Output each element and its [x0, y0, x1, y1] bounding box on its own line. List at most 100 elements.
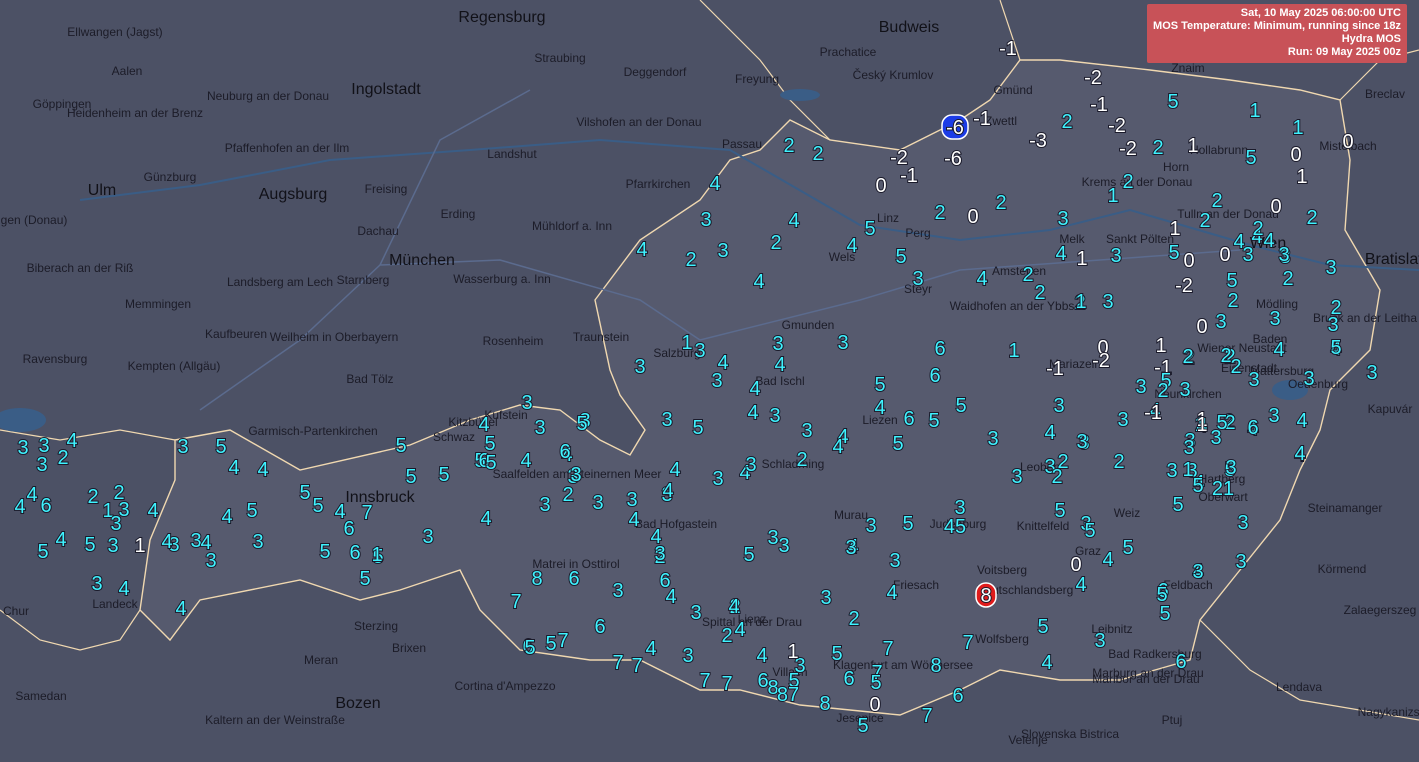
station-value[interactable]: 5 [691, 416, 704, 440]
station-value[interactable]: 3 [1101, 290, 1114, 314]
station-value[interactable]: 3 [16, 436, 29, 460]
station-value[interactable]: -1 [972, 107, 992, 131]
station-value[interactable]: 0 [1195, 315, 1208, 339]
station-value[interactable]: 8 [818, 692, 831, 716]
station-value[interactable]: 3 [37, 434, 50, 458]
station-value[interactable]: 2 [1181, 345, 1194, 369]
station-value[interactable]: 2 [684, 248, 697, 272]
station-value[interactable]: 1 [1291, 116, 1304, 140]
station-value[interactable]: 3 [633, 355, 646, 379]
station-value[interactable]: 2 [720, 624, 733, 648]
station-value[interactable]: -2 [1091, 349, 1111, 373]
station-value[interactable]: 8 [975, 582, 997, 608]
station-value[interactable]: 4 [1262, 229, 1275, 253]
station-value[interactable]: 4 [1293, 442, 1306, 466]
station-value[interactable]: 3 [699, 208, 712, 232]
station-value[interactable]: 4 [668, 458, 681, 482]
station-value[interactable]: 5 [318, 540, 331, 564]
station-value[interactable]: 4 [644, 637, 657, 661]
station-value[interactable]: 7 [720, 672, 733, 696]
station-value[interactable]: 6 [558, 440, 571, 464]
station-value[interactable]: 3 [1365, 361, 1378, 385]
station-value[interactable]: -2 [1107, 114, 1127, 138]
station-value[interactable]: 3 [1302, 367, 1315, 391]
station-value[interactable]: 3 [766, 526, 779, 550]
map-canvas[interactable]: Regensburg Straubing Deggendorf Ingolstadt A… [0, 0, 1419, 762]
station-value[interactable]: 2 [1021, 263, 1034, 287]
station-value[interactable]: 5 [544, 632, 557, 656]
station-value[interactable]: 5 [311, 494, 324, 518]
station-value[interactable]: 2 [56, 446, 69, 470]
station-value[interactable]: 5 [523, 636, 536, 660]
station-value[interactable]: 1 [1186, 134, 1199, 158]
station-value[interactable]: 3 [109, 512, 122, 536]
station-value[interactable]: 2 [1156, 379, 1169, 403]
station-value[interactable]: -1 [1089, 93, 1109, 117]
station-value[interactable]: 8 [929, 654, 942, 678]
station-value[interactable]: 3 [836, 331, 849, 355]
station-value[interactable]: 3 [681, 644, 694, 668]
station-value[interactable]: 4 [1074, 573, 1087, 597]
station-value[interactable]: 5 [869, 671, 882, 695]
station-value[interactable]: 3 [888, 549, 901, 573]
station-value[interactable]: 3 [533, 416, 546, 440]
station-value[interactable]: 3 [1109, 244, 1122, 268]
station-value[interactable]: 2 [769, 231, 782, 255]
station-value[interactable]: 1 [1106, 184, 1119, 208]
station-value[interactable]: 7 [920, 704, 933, 728]
station-value[interactable]: 5 [1244, 146, 1257, 170]
station-value[interactable]: 5 [1215, 411, 1228, 435]
station-value[interactable]: 4 [174, 597, 187, 621]
station-value[interactable]: 4 [333, 500, 346, 524]
station-value[interactable]: 5 [1053, 499, 1066, 523]
station-value[interactable]: 5 [1225, 269, 1238, 293]
station-value[interactable]: 4 [1043, 421, 1056, 445]
station-value[interactable]: 3 [251, 530, 264, 554]
station-value[interactable]: -1 [998, 37, 1018, 61]
station-value[interactable]: 4 [627, 508, 640, 532]
station-value[interactable]: -2 [1118, 137, 1138, 161]
station-value[interactable]: 4 [716, 351, 729, 375]
station-value[interactable]: 4 [727, 595, 740, 619]
station-value[interactable]: 3 [689, 601, 702, 625]
station-value[interactable]: 0 [1269, 195, 1282, 219]
station-value[interactable]: 3 [693, 339, 706, 363]
station-value[interactable]: 5 [1121, 536, 1134, 560]
station-value[interactable]: 4 [748, 377, 761, 401]
station-value[interactable]: 2 [994, 191, 1007, 215]
station-value[interactable]: 0 [966, 205, 979, 229]
station-value[interactable]: 3 [569, 463, 582, 487]
station-value[interactable]: 3 [711, 467, 724, 491]
station-value[interactable]: 7 [630, 654, 643, 678]
station-value[interactable]: 7 [611, 651, 624, 675]
station-value[interactable]: 4 [54, 528, 67, 552]
station-value[interactable]: -2 [1174, 274, 1194, 298]
station-value[interactable]: 0 [1218, 243, 1231, 267]
station-value[interactable]: 5 [437, 463, 450, 487]
station-value[interactable]: 4 [831, 435, 844, 459]
station-value[interactable]: -3 [1028, 129, 1048, 153]
station-value[interactable]: 3 [800, 419, 813, 443]
station-value[interactable]: -1 [899, 164, 919, 188]
station-value[interactable]: 4 [227, 456, 240, 480]
station-value[interactable]: 4 [146, 499, 159, 523]
station-value[interactable]: -6 [943, 147, 963, 171]
station-value[interactable]: 3 [1134, 375, 1147, 399]
station-value[interactable]: 3 [1178, 378, 1191, 402]
station-value[interactable]: 3 [1191, 560, 1204, 584]
station-value[interactable]: 0 [1289, 143, 1302, 167]
station-value[interactable]: 4 [13, 495, 26, 519]
station-value[interactable]: 5 [894, 245, 907, 269]
station-value[interactable]: 3 [1324, 256, 1337, 280]
station-value[interactable]: 6 [39, 494, 52, 518]
station-value[interactable]: 3 [1268, 307, 1281, 331]
station-value[interactable]: 1 [1195, 413, 1208, 437]
station-value[interactable]: 2 [1210, 189, 1223, 213]
station-value[interactable]: 4 [1040, 651, 1053, 675]
station-value[interactable]: 5 [404, 465, 417, 489]
station-value[interactable]: 3 [1052, 394, 1065, 418]
station-value[interactable]: 0 [874, 174, 887, 198]
station-value[interactable]: 5 [298, 481, 311, 505]
station-value[interactable]: 3 [1165, 459, 1178, 483]
station-value[interactable]: 5 [214, 435, 227, 459]
